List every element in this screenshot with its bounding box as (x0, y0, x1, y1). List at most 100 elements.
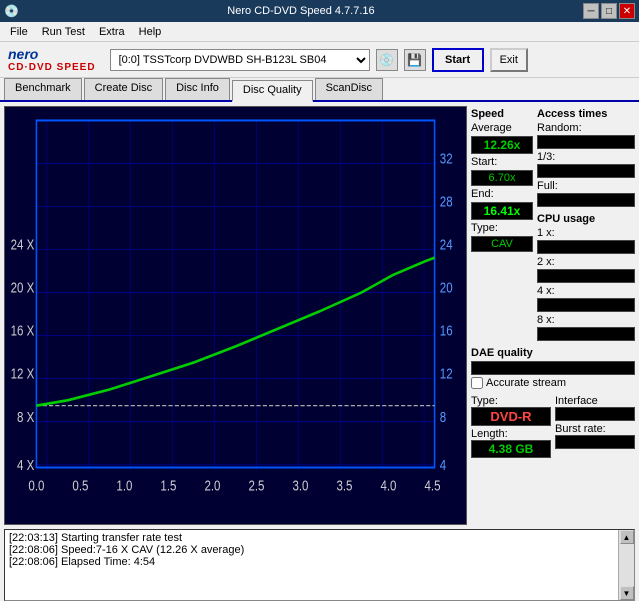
disc-icon[interactable]: 💿 (376, 49, 398, 71)
svg-text:1.0: 1.0 (116, 477, 132, 494)
x2-label: 2 x: (537, 256, 635, 268)
speed-section: Speed Average 12.26x Start: 6.70x End: 1… (471, 108, 533, 343)
speed-header: Speed (471, 108, 533, 120)
svg-text:4 X: 4 X (17, 457, 34, 474)
log-entry-0: [22:03:13] Starting transfer rate test (9, 532, 614, 544)
dae-header: DAE quality (471, 347, 635, 359)
interface-label: Interface (555, 395, 635, 407)
maximize-button[interactable]: □ (601, 3, 617, 19)
x1-label: 1 x: (537, 227, 635, 239)
menu-extra[interactable]: Extra (93, 24, 131, 40)
accurate-stream-checkbox[interactable] (471, 377, 483, 389)
nero-logo: nero CD·DVD SPEED (8, 46, 96, 73)
right-stats: Access times Random: 1/3: Full: CPU usag… (537, 108, 635, 343)
tab-disc-info[interactable]: Disc Info (165, 78, 230, 100)
svg-text:12: 12 (440, 365, 453, 382)
log-entry-2: [22:08:06] Elapsed Time: 4:54 (9, 556, 614, 568)
burst-value (555, 435, 635, 449)
svg-text:28: 28 (440, 193, 453, 210)
nero-logo-top: nero (8, 46, 96, 62)
type-row: Type: (471, 222, 533, 234)
menu-bar: File Run Test Extra Help (0, 22, 639, 42)
scrollbar-down[interactable]: ▼ (620, 586, 634, 600)
tab-create-disc[interactable]: Create Disc (84, 78, 163, 100)
tab-scan-disc[interactable]: ScanDisc (315, 78, 383, 100)
average-label: Average (471, 122, 515, 134)
end-row: End: (471, 188, 533, 200)
tab-benchmark[interactable]: Benchmark (4, 78, 82, 100)
svg-text:1.5: 1.5 (160, 477, 176, 494)
interface-value (555, 407, 635, 421)
log-content: [22:03:13] Starting transfer rate test [… (5, 530, 618, 600)
title-bar-icon: 💿 (4, 4, 19, 18)
svg-text:0.5: 0.5 (72, 477, 88, 494)
save-icon[interactable]: 💾 (404, 49, 426, 71)
drive-select[interactable]: [0:0] TSSTcorp DVDWBD SH-B123L SB04 (110, 49, 370, 71)
start-button[interactable]: Start (432, 48, 484, 72)
scrollbar-up[interactable]: ▲ (620, 530, 634, 544)
exit-button[interactable]: Exit (490, 48, 528, 72)
log-entry-1: [22:08:06] Speed:7-16 X CAV (12.26 X ave… (9, 544, 614, 556)
one-third-label: 1/3: (537, 151, 635, 163)
length-label: Length: (471, 428, 551, 440)
svg-text:8: 8 (440, 408, 446, 425)
svg-text:24 X: 24 X (11, 236, 35, 253)
chart-svg: 4 X 8 X 12 X 16 X 20 X 24 X 4 8 12 16 20… (5, 107, 466, 524)
average-value: 12.26x (471, 136, 533, 154)
svg-text:3.0: 3.0 (292, 477, 308, 494)
svg-text:3.5: 3.5 (336, 477, 352, 494)
start-value: 6.70x (471, 170, 533, 186)
x8-label: 8 x: (537, 314, 635, 326)
start-row: Start: (471, 156, 533, 168)
length-value: 4.38 GB (471, 440, 551, 458)
tab-bar: Benchmark Create Disc Disc Info Disc Qua… (0, 78, 639, 102)
svg-text:4.5: 4.5 (424, 477, 440, 494)
full-value (537, 193, 635, 207)
accurate-stream-row: Accurate stream (471, 377, 635, 389)
burst-label: Burst rate: (555, 423, 635, 435)
svg-text:16: 16 (440, 322, 453, 339)
title-bar-controls: ─ □ ✕ (583, 3, 635, 19)
full-label: Full: (537, 180, 635, 192)
svg-text:2.0: 2.0 (204, 477, 220, 494)
dae-section: DAE quality Accurate stream (471, 347, 635, 389)
title-bar: 💿 Nero CD-DVD Speed 4.7.7.16 ─ □ ✕ (0, 0, 639, 22)
end-label: End: (471, 188, 515, 200)
svg-text:12 X: 12 X (11, 365, 35, 382)
minimize-button[interactable]: ─ (583, 3, 599, 19)
log-scrollbar[interactable]: ▲ ▼ (618, 530, 634, 600)
start-label: Start: (471, 156, 515, 168)
disc-type-section: Type: DVD-R Length: 4.38 GB Interface Bu… (471, 395, 635, 458)
menu-help[interactable]: Help (133, 24, 168, 40)
type-value: CAV (471, 236, 533, 252)
title-bar-title: Nero CD-DVD Speed 4.7.7.16 (19, 5, 583, 17)
x2-value (537, 269, 635, 283)
accurate-stream-label: Accurate stream (486, 377, 566, 389)
svg-text:4: 4 (440, 457, 446, 474)
end-value: 16.41x (471, 202, 533, 220)
average-row: Average (471, 122, 533, 134)
random-label: Random: (537, 122, 635, 134)
tab-disc-quality[interactable]: Disc Quality (232, 80, 313, 102)
svg-text:4.0: 4.0 (380, 477, 396, 494)
main-content: 4 X 8 X 12 X 16 X 20 X 24 X 4 8 12 16 20… (0, 102, 639, 529)
x1-value (537, 240, 635, 254)
toolbar: nero CD·DVD SPEED [0:0] TSSTcorp DVDWBD … (0, 42, 639, 78)
close-button[interactable]: ✕ (619, 3, 635, 19)
svg-text:8 X: 8 X (17, 408, 34, 425)
x8-value (537, 327, 635, 341)
menu-run-test[interactable]: Run Test (36, 24, 91, 40)
log-area: [22:03:13] Starting transfer rate test [… (4, 529, 635, 601)
one-third-value (537, 164, 635, 178)
access-times-header: Access times (537, 108, 635, 120)
disc-type-value: DVD-R (471, 407, 551, 426)
disc-type-sub: Type: (471, 395, 551, 407)
svg-text:32: 32 (440, 150, 453, 167)
side-panel: Speed Average 12.26x Start: 6.70x End: 1… (471, 102, 639, 529)
type-label: Type: (471, 222, 515, 234)
menu-file[interactable]: File (4, 24, 34, 40)
cpu-header: CPU usage (537, 213, 635, 225)
svg-text:20: 20 (440, 279, 453, 296)
random-value (537, 135, 635, 149)
svg-text:2.5: 2.5 (248, 477, 264, 494)
